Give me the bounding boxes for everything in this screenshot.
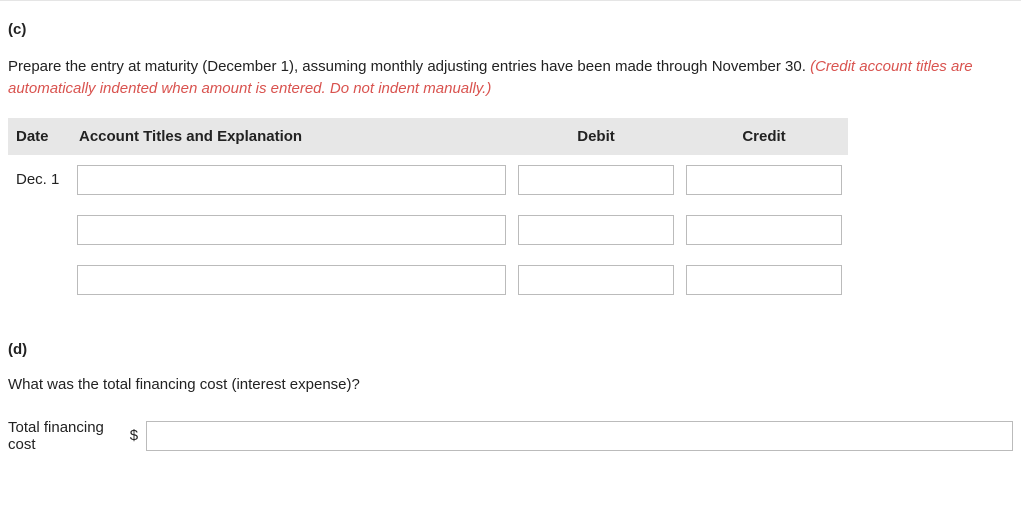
credit-input[interactable] xyxy=(686,165,842,195)
account-input[interactable] xyxy=(77,165,506,195)
table-row xyxy=(8,205,848,255)
total-financing-input[interactable] xyxy=(146,421,1013,451)
debit-input[interactable] xyxy=(518,265,674,295)
debit-input[interactable] xyxy=(518,215,674,245)
total-financing-label: Total financing cost xyxy=(8,419,118,453)
currency-symbol: $ xyxy=(130,427,138,444)
account-input[interactable] xyxy=(77,265,506,295)
header-date: Date xyxy=(8,118,71,155)
part-c-label: (c) xyxy=(8,21,1013,38)
credit-input[interactable] xyxy=(686,215,842,245)
debit-input[interactable] xyxy=(518,165,674,195)
journal-entry-table: Date Account Titles and Explanation Debi… xyxy=(8,118,848,305)
instruction-text: Prepare the entry at maturity (December … xyxy=(8,58,810,75)
header-account: Account Titles and Explanation xyxy=(71,118,512,155)
table-row: Dec. 1 xyxy=(8,155,848,205)
part-c-instruction: Prepare the entry at maturity (December … xyxy=(8,56,1013,100)
row-date: Dec. 1 xyxy=(8,155,71,205)
part-d-question: What was the total financing cost (inter… xyxy=(8,376,1013,393)
part-d-label: (d) xyxy=(8,341,1013,358)
credit-input[interactable] xyxy=(686,265,842,295)
account-input[interactable] xyxy=(77,215,506,245)
table-row xyxy=(8,255,848,305)
header-credit: Credit xyxy=(680,118,848,155)
header-debit: Debit xyxy=(512,118,680,155)
